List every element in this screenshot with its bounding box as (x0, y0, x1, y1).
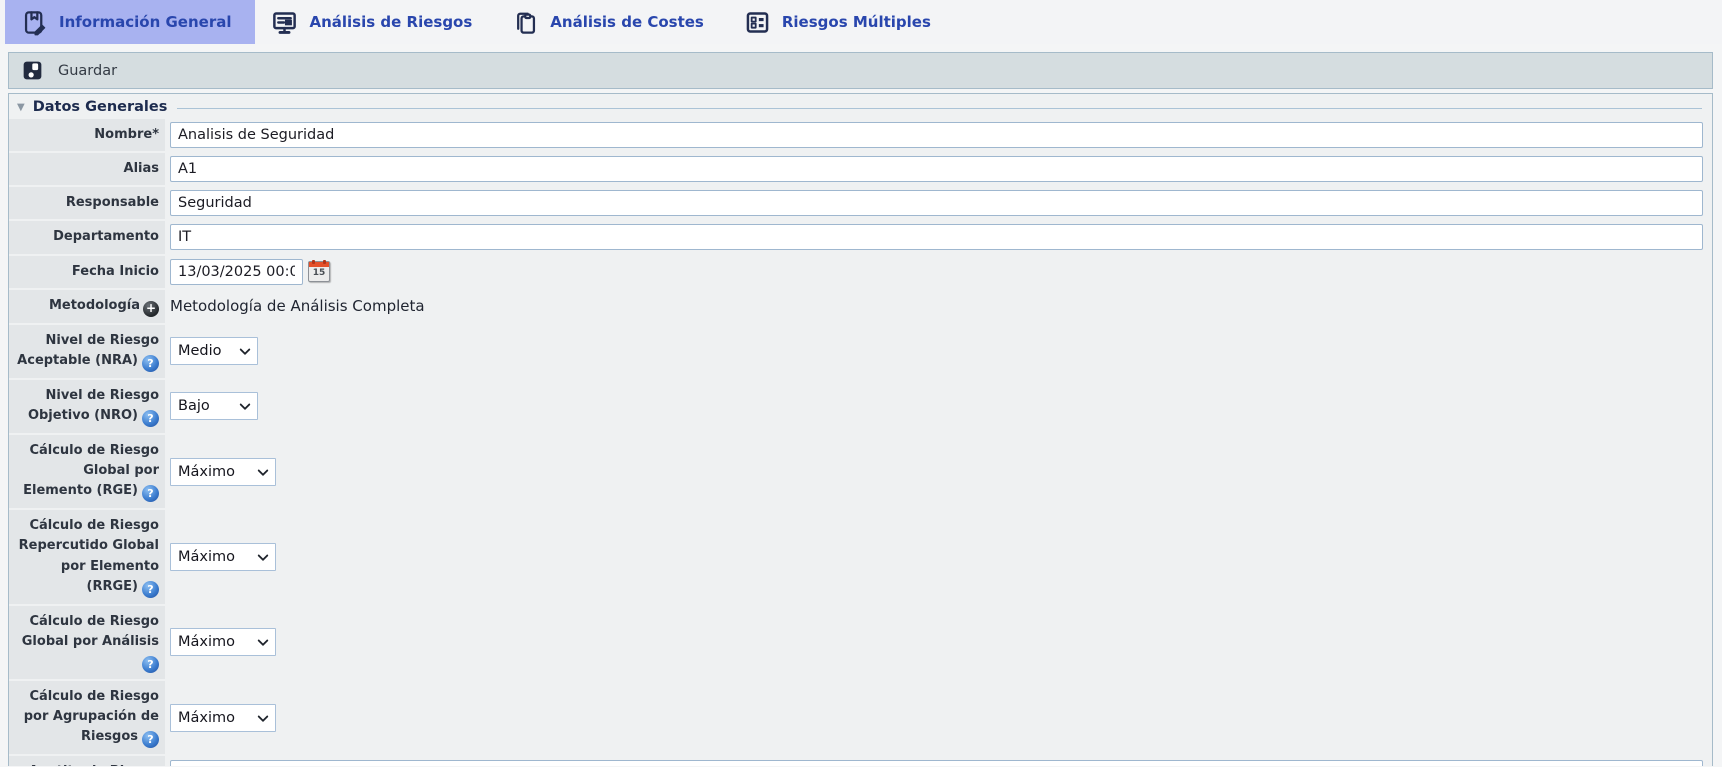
tab-informacion-general[interactable]: Información General (5, 0, 255, 44)
tab-label: Riesgos Múltiples (782, 13, 931, 31)
responsable-input[interactable] (170, 190, 1703, 216)
riesgo-agrupacion-select[interactable]: Máximo (170, 704, 276, 732)
question-circle-icon[interactable]: ? (142, 485, 159, 502)
alias-input[interactable] (170, 156, 1703, 182)
tab-analisis-de-costes[interactable]: Análisis de Costes (496, 0, 728, 44)
rge-select[interactable]: Máximo (170, 458, 276, 486)
tab-label: Análisis de Riesgos (309, 13, 472, 31)
field-label: Departamento (9, 221, 165, 253)
form-row-riesgo-global-analisis: Cálculo de Riesgo Global por Análisis? M… (9, 606, 1712, 679)
field-label: Cálculo de Riesgo Global por Elemento (R… (9, 435, 165, 508)
tab-analisis-de-riesgos[interactable]: Análisis de Riesgos (255, 0, 496, 44)
question-circle-icon[interactable]: ? (142, 355, 159, 372)
form-row-fecha-inicio: Fecha Inicio 15 (9, 256, 1712, 288)
field-label: Alias (9, 153, 165, 185)
apetito-de-riesgo-textarea[interactable] (170, 760, 1703, 766)
form-row-rrge: Cálculo de Riesgo Repercutido Global por… (9, 510, 1712, 603)
question-circle-icon[interactable]: ? (142, 581, 159, 598)
field-label: Nivel de Riesgo Aceptable (NRA)? (9, 325, 165, 378)
floppy-disk-icon (20, 58, 45, 83)
form-row-nombre: Nombre* (9, 119, 1712, 151)
rrge-select[interactable]: Máximo (170, 543, 276, 571)
field-label: Fecha Inicio (9, 256, 165, 288)
form-row-responsable: Responsable (9, 187, 1712, 219)
field-label: Apetito de Riesgo (9, 756, 165, 766)
question-circle-icon[interactable]: ? (142, 656, 159, 673)
form-row-metodologia: Metodología+ Metodología de Análisis Com… (9, 290, 1712, 323)
save-button[interactable]: Guardar (20, 58, 117, 83)
form-row-rge: Cálculo de Riesgo Global por Elemento (R… (9, 435, 1712, 508)
metodologia-value: Metodología de Análisis Completa (170, 297, 425, 315)
form-row-nra: Nivel de Riesgo Aceptable (NRA)? Medio (9, 325, 1712, 378)
checklist-icon (744, 9, 771, 36)
departamento-input[interactable] (170, 224, 1703, 250)
field-label: Nombre* (9, 119, 165, 151)
tab-label: Información General (59, 13, 231, 31)
field-label: Cálculo de Riesgo por Agrupación de Ries… (9, 681, 165, 754)
field-label: Responsable (9, 187, 165, 219)
nro-select[interactable]: Bajo (170, 392, 258, 420)
tab-bar: Información General Análisis de Riesgos … (0, 0, 1722, 44)
clipboard-icon (512, 9, 539, 36)
calendar-day-label: 15 (309, 268, 329, 278)
field-label: Cálculo de Riesgo Repercutido Global por… (9, 510, 165, 603)
save-button-label: Guardar (58, 63, 117, 79)
question-circle-icon[interactable]: ? (142, 410, 159, 427)
nra-select[interactable]: Medio (170, 337, 258, 365)
calendar-icon[interactable]: 15 (308, 261, 330, 282)
field-label: Cálculo de Riesgo Global por Análisis? (9, 606, 165, 679)
riesgo-global-analisis-select[interactable]: Máximo (170, 628, 276, 656)
plus-circle-icon[interactable]: + (143, 301, 159, 317)
tab-riesgos-multiples[interactable]: Riesgos Múltiples (728, 0, 955, 44)
field-label: Nivel de Riesgo Objetivo (NRO)? (9, 380, 165, 433)
form-row-apetito: Apetito de Riesgo (9, 756, 1712, 766)
tab-label: Análisis de Costes (550, 13, 704, 31)
legend-rule (177, 108, 1702, 109)
fecha-inicio-input[interactable] (170, 259, 303, 285)
toolbar: Guardar (8, 52, 1713, 89)
collapse-triangle-icon[interactable]: ▼ (17, 102, 25, 113)
field-label: Metodología+ (9, 290, 165, 323)
form-row-departamento: Departamento (9, 221, 1712, 253)
nombre-input[interactable] (170, 122, 1703, 148)
form-row-alias: Alias (9, 153, 1712, 185)
datos-generales-header[interactable]: ▼ Datos Generales (9, 96, 1712, 119)
question-circle-icon[interactable]: ? (142, 731, 159, 748)
informacion-general-panel: ▼ Datos Generales Nombre* Alias Responsa… (8, 93, 1713, 766)
form-row-nro: Nivel de Riesgo Objetivo (NRO)? Bajo (9, 380, 1712, 433)
form-row-riesgo-agrupacion: Cálculo de Riesgo por Agrupación de Ries… (9, 681, 1712, 754)
journal-pencil-icon (21, 9, 48, 36)
section-title: Datos Generales (33, 99, 168, 115)
monitor-dashboard-icon (271, 9, 298, 36)
